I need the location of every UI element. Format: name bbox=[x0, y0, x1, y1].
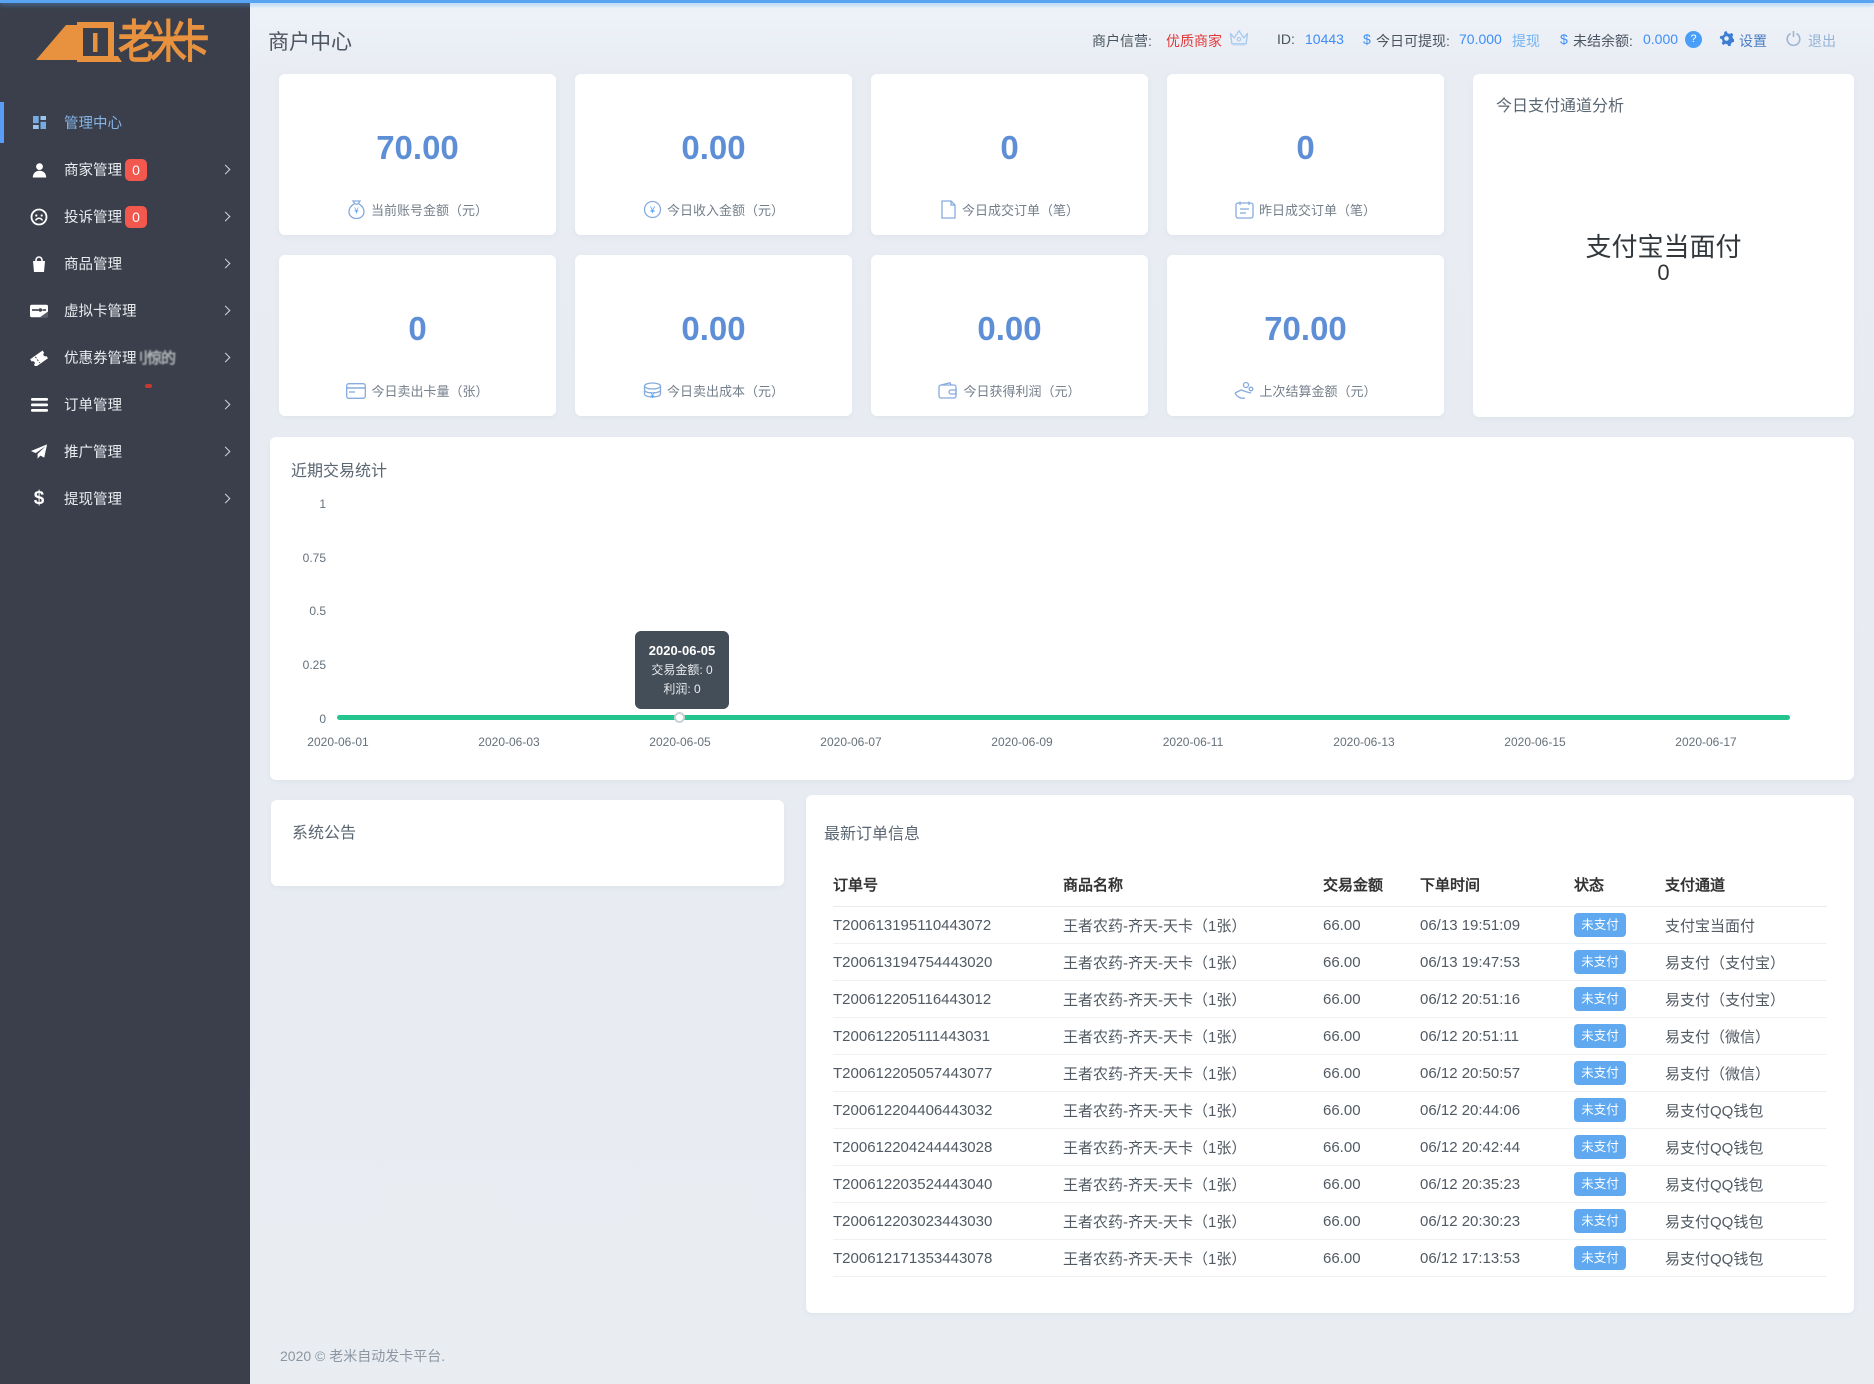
svg-text:¥: ¥ bbox=[649, 391, 655, 400]
svg-text:¥: ¥ bbox=[353, 207, 359, 216]
svg-text:¥: ¥ bbox=[649, 205, 656, 215]
svg-text:老米卡: 老米卡 bbox=[118, 18, 209, 62]
